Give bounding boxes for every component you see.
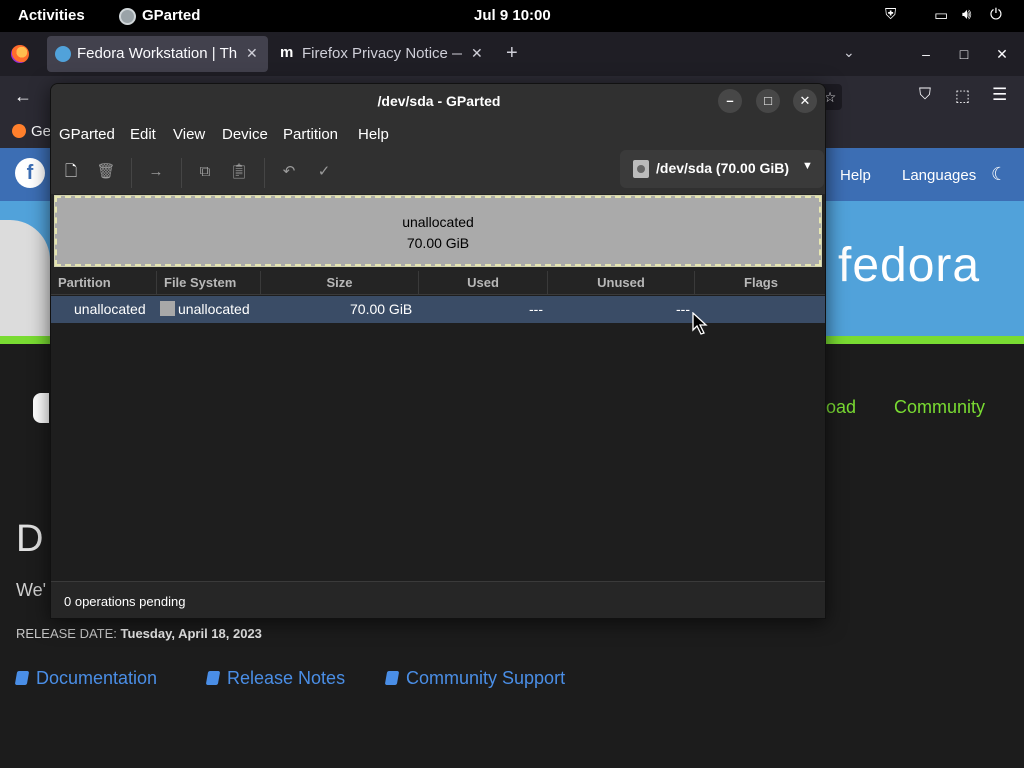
tab-privacy[interactable]: m Firefox Privacy Notice — ✕ <box>272 36 492 72</box>
column-unused[interactable]: Unused <box>548 271 695 295</box>
nav-help-link[interactable]: Help <box>840 167 871 184</box>
window-title: /dev/sda - GParted <box>377 93 501 109</box>
column-used[interactable]: Used <box>419 271 548 295</box>
activities-button[interactable]: Activities <box>18 7 85 24</box>
menu-device[interactable]: Device <box>222 126 268 143</box>
new-partition-icon[interactable]: 🗋︎ <box>59 160 83 184</box>
status-bar: 0 operations pending <box>51 581 825 618</box>
menu-help[interactable]: Help <box>358 126 389 143</box>
page-subtext: We' <box>16 580 47 600</box>
firefox-bookmark-icon <box>12 124 26 138</box>
disk-map-label: unallocated <box>402 214 474 230</box>
book-icon <box>14 671 30 685</box>
table-header: Partition File System Size Used Unused F… <box>51 271 825 295</box>
cell-used: --- <box>529 301 543 317</box>
release-date-value: Tuesday, April 18, 2023 <box>120 626 262 641</box>
device-selector[interactable]: /dev/sda (70.00 GiB) ▼ <box>620 150 824 188</box>
shield-icon[interactable]: ⛨ <box>885 6 896 23</box>
nav-languages-link[interactable]: Languages <box>902 167 976 184</box>
list-tabs-chevron-icon[interactable]: ⌄ <box>843 44 855 61</box>
gparted-app-icon <box>119 8 136 25</box>
cell-size: 70.00 GiB <box>350 301 413 317</box>
bookmark-getting-started[interactable]: Ge <box>31 123 51 140</box>
community-link[interactable]: Community <box>894 397 985 418</box>
disk-map-unallocated[interactable]: unallocated 70.00 GiB <box>54 195 822 267</box>
community-support-link[interactable]: Community Support <box>384 668 565 689</box>
download-link[interactable]: oad <box>826 397 856 418</box>
release-date: RELEASE DATE: Tuesday, April 18, 2023 <box>16 626 262 641</box>
cell-filesystem: unallocated <box>160 301 250 317</box>
fedora-logo-icon[interactable]: f <box>15 158 45 188</box>
app-menu-button[interactable]: GParted <box>142 7 200 24</box>
copy-icon[interactable]: ⧉ <box>193 160 217 184</box>
close-firefox-button[interactable]: ✕ <box>989 41 1015 67</box>
book-icon <box>205 671 221 685</box>
close-tab-icon[interactable]: ✕ <box>471 45 483 62</box>
tab-label: Fedora Workstation | Th <box>77 45 237 62</box>
firefox-logo-icon <box>11 45 29 63</box>
menu-partition[interactable]: Partition <box>283 126 338 143</box>
undo-icon[interactable]: ↶ <box>277 160 301 184</box>
power-icon[interactable]: ⏻ <box>990 6 1002 23</box>
fedora-logo-partial-icon <box>33 393 49 423</box>
delete-partition-icon[interactable]: 🗑︎ <box>94 160 118 184</box>
clock[interactable]: Jul 9 10:00 <box>474 7 551 24</box>
cell-unused: --- <box>676 301 690 317</box>
documentation-link[interactable]: Documentation <box>14 668 157 689</box>
page-heading: D <box>16 518 44 560</box>
mouse-pointer-icon <box>692 312 708 335</box>
hamburger-menu-icon[interactable]: ☰ <box>992 85 1007 105</box>
menu-bar: GParted Edit View Device Partition Help <box>51 118 825 150</box>
volume-icon[interactable]: 🔊︎ <box>962 6 971 23</box>
minimize-firefox-button[interactable]: – <box>913 41 939 67</box>
tab-label: Firefox Privacy Notice — <box>302 45 462 62</box>
maximize-firefox-button[interactable]: □ <box>951 41 977 67</box>
mozilla-favicon-icon: m <box>280 44 294 61</box>
cell-partition: unallocated <box>74 301 146 317</box>
gnome-top-bar: Activities GParted Jul 9 10:00 ⛨ ▭ 🔊︎ ⏻ <box>0 0 1024 32</box>
fedora-favicon-icon <box>55 46 71 62</box>
disk-icon <box>633 160 649 178</box>
pocket-icon[interactable]: ⛉ <box>919 86 931 104</box>
disk-map-size: 70.00 GiB <box>406 235 470 251</box>
mascot-illustration <box>0 220 50 336</box>
extensions-icon[interactable]: ⬚ <box>955 86 970 106</box>
network-icon[interactable]: ▭ <box>934 6 948 24</box>
dark-mode-moon-icon[interactable]: ☾ <box>991 164 1007 185</box>
toolbar-separator <box>181 158 182 188</box>
toolbar-separator <box>131 158 132 188</box>
filesystem-color-swatch <box>160 301 175 316</box>
toolbar-separator <box>264 158 265 188</box>
book-icon <box>384 671 400 685</box>
chevron-down-icon: ▼ <box>802 160 813 172</box>
device-selector-label: /dev/sda (70.00 GiB) <box>656 160 790 176</box>
menu-gparted[interactable]: GParted <box>59 126 115 143</box>
apply-check-icon[interactable]: ✓ <box>312 160 336 184</box>
column-filesystem[interactable]: File System <box>157 271 261 295</box>
paste-icon[interactable]: 📋︎ <box>227 160 251 184</box>
column-size[interactable]: Size <box>261 271 419 295</box>
window-title-bar[interactable]: /dev/sda - GParted <box>51 84 825 118</box>
back-arrow-icon[interactable]: ← <box>14 86 32 107</box>
maximize-button[interactable]: □ <box>756 89 780 113</box>
release-notes-link[interactable]: Release Notes <box>205 668 345 689</box>
new-tab-button[interactable]: + <box>506 42 518 65</box>
column-flags[interactable]: Flags <box>695 271 825 295</box>
menu-edit[interactable]: Edit <box>130 126 156 143</box>
status-text: 0 operations pending <box>64 594 186 609</box>
release-date-label: RELEASE DATE: <box>16 626 117 641</box>
close-tab-icon[interactable]: ✕ <box>246 45 258 62</box>
minimize-button[interactable]: – <box>718 89 742 113</box>
close-button[interactable]: ✕ <box>793 89 817 113</box>
column-partition[interactable]: Partition <box>51 271 157 295</box>
resize-move-icon[interactable]: → <box>144 160 168 184</box>
menu-view[interactable]: View <box>173 126 205 143</box>
gparted-window: /dev/sda - GParted – □ ✕ GParted Edit Vi… <box>50 83 826 619</box>
fedora-wordmark: fedora <box>838 239 981 292</box>
tab-fedora[interactable]: Fedora Workstation | Th ✕ <box>47 36 268 72</box>
